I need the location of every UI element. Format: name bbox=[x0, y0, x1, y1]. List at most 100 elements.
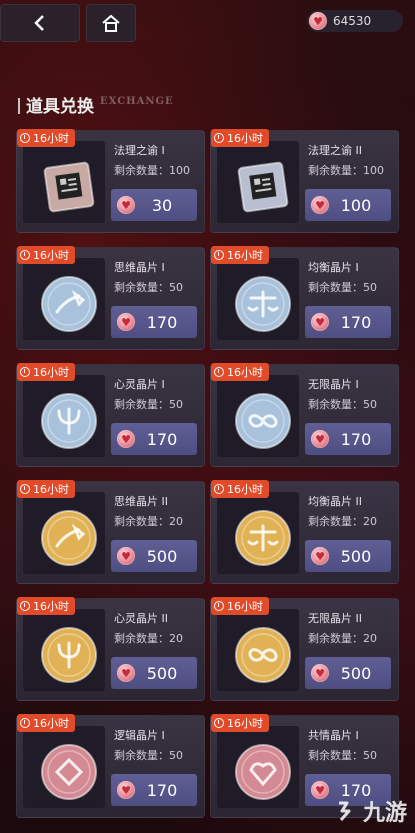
item-name: 无限晶片 II bbox=[308, 612, 362, 625]
exchange-item-card[interactable]: 16小时 逻辑晶片 I 剩余数量：50 ♥ 170 bbox=[16, 714, 205, 818]
price-button[interactable]: ♥ 500 bbox=[305, 540, 391, 572]
item-name: 均衡晶片 I bbox=[308, 261, 359, 274]
scales-coin-icon bbox=[235, 510, 291, 566]
item-remaining: 剩余数量：50 bbox=[308, 281, 377, 294]
scales-coin-icon bbox=[235, 276, 291, 332]
timer-badge: 16小时 bbox=[211, 480, 269, 498]
price-value: 170 bbox=[340, 312, 372, 332]
item-remaining: 剩余数量：100 bbox=[308, 164, 384, 177]
item-remaining: 剩余数量：20 bbox=[308, 515, 377, 528]
item-name: 法理之谕 II bbox=[308, 144, 362, 157]
item-thumbnail bbox=[217, 258, 299, 340]
exchange-item-card[interactable]: 16小时 心灵晶片 I 剩余数量：50 ♥ 170 bbox=[16, 363, 205, 467]
price-button[interactable]: ♥ 30 bbox=[111, 189, 197, 221]
price-button[interactable]: ♥ 500 bbox=[305, 657, 391, 689]
price-value: 170 bbox=[146, 312, 178, 332]
price-button[interactable]: ♥ 500 bbox=[111, 540, 197, 572]
item-name: 心灵晶片 I bbox=[114, 378, 165, 391]
item-thumbnail bbox=[217, 609, 299, 691]
clock-icon bbox=[214, 367, 224, 377]
watermark: 九游 bbox=[333, 795, 407, 827]
item-remaining: 剩余数量：20 bbox=[114, 515, 183, 528]
item-thumbnail bbox=[23, 258, 105, 340]
price-button[interactable]: ♥ 170 bbox=[111, 306, 197, 338]
timer-badge: 16小时 bbox=[17, 363, 75, 381]
heart-coin-icon: ♥ bbox=[117, 313, 135, 331]
rule-tablet-icon bbox=[43, 161, 95, 213]
price-value: 500 bbox=[340, 546, 372, 566]
price-button[interactable]: ♥ 170 bbox=[305, 423, 391, 455]
price-button[interactable]: ♥ 170 bbox=[305, 306, 391, 338]
item-remaining: 剩余数量：20 bbox=[114, 632, 183, 645]
home-icon bbox=[102, 14, 120, 32]
timer-badge: 16小时 bbox=[17, 714, 75, 732]
heart-coin-icon: ♥ bbox=[117, 430, 135, 448]
price-value: 30 bbox=[151, 195, 173, 215]
timer-badge: 16小时 bbox=[17, 480, 75, 498]
clock-icon bbox=[214, 718, 224, 728]
diamond-coin-icon bbox=[41, 744, 97, 800]
item-remaining: 剩余数量：50 bbox=[114, 398, 183, 411]
price-button[interactable]: ♥ 170 bbox=[111, 423, 197, 455]
exchange-item-card[interactable]: 16小时 法理之谕 I 剩余数量：100 ♥ 30 bbox=[16, 129, 205, 233]
clock-icon bbox=[214, 484, 224, 494]
heart-coin-icon: ♥ bbox=[311, 547, 329, 565]
exchange-item-card[interactable]: 16小时 均衡晶片 I 剩余数量：50 ♥ 170 bbox=[210, 246, 399, 350]
item-name: 均衡晶片 II bbox=[308, 495, 362, 508]
item-remaining: 剩余数量：100 bbox=[114, 164, 190, 177]
item-remaining: 剩余数量：20 bbox=[308, 632, 377, 645]
price-value: 170 bbox=[340, 429, 372, 449]
currency-amount: 64530 bbox=[333, 14, 372, 28]
price-value: 170 bbox=[146, 780, 178, 800]
infinity-coin-icon bbox=[235, 627, 291, 683]
section-subtitle: EXCHANGE bbox=[100, 96, 174, 107]
exchange-item-card[interactable]: 16小时 无限晶片 II 剩余数量：20 ♥ 500 bbox=[210, 597, 399, 701]
psi-coin-icon bbox=[41, 627, 97, 683]
price-value: 500 bbox=[340, 663, 372, 683]
item-thumbnail bbox=[23, 609, 105, 691]
heart-coin-icon: ♥ bbox=[311, 313, 329, 331]
infinity-coin-icon bbox=[235, 393, 291, 449]
price-value: 500 bbox=[146, 546, 178, 566]
exchange-item-card[interactable]: 16小时 法理之谕 II 剩余数量：100 ♥ 100 bbox=[210, 129, 399, 233]
timer-badge: 16小时 bbox=[211, 129, 269, 147]
heart-coin-icon: ♥ bbox=[311, 430, 329, 448]
exchange-item-card[interactable]: 16小时 心灵晶片 II 剩余数量：20 ♥ 500 bbox=[16, 597, 205, 701]
currency-display: ♥ 64530 bbox=[307, 10, 403, 32]
heart-coin-icon: ♥ bbox=[309, 12, 327, 30]
back-button[interactable] bbox=[0, 4, 80, 42]
price-value: 500 bbox=[146, 663, 178, 683]
heart-shard-coin-icon bbox=[235, 744, 291, 800]
price-value: 170 bbox=[146, 429, 178, 449]
item-remaining: 剩余数量：50 bbox=[114, 281, 183, 294]
price-button[interactable]: ♥ 500 bbox=[111, 657, 197, 689]
item-remaining: 剩余数量：50 bbox=[308, 398, 377, 411]
item-name: 思维晶片 I bbox=[114, 261, 165, 274]
clock-icon bbox=[20, 718, 30, 728]
timer-badge: 16小时 bbox=[211, 714, 269, 732]
psi-coin-icon bbox=[41, 393, 97, 449]
item-remaining: 剩余数量：50 bbox=[308, 749, 377, 762]
item-name: 心灵晶片 II bbox=[114, 612, 168, 625]
exchange-item-card[interactable]: 16小时 无限晶片 I 剩余数量：50 ♥ 170 bbox=[210, 363, 399, 467]
item-thumbnail bbox=[23, 492, 105, 574]
chevron-left-icon bbox=[34, 15, 44, 31]
heart-coin-icon: ♥ bbox=[117, 664, 135, 682]
pipe-coin-icon bbox=[41, 510, 97, 566]
timer-badge: 16小时 bbox=[211, 597, 269, 615]
timer-badge: 16小时 bbox=[17, 597, 75, 615]
price-button[interactable]: ♥ 170 bbox=[111, 774, 197, 806]
exchange-item-card[interactable]: 16小时 均衡晶片 II 剩余数量：20 ♥ 500 bbox=[210, 480, 399, 584]
exchange-item-card[interactable]: 16小时 思维晶片 II 剩余数量：20 ♥ 500 bbox=[16, 480, 205, 584]
clock-icon bbox=[20, 250, 30, 260]
top-bar: ♥ 64530 bbox=[0, 0, 415, 44]
item-remaining: 剩余数量：50 bbox=[114, 749, 183, 762]
item-name: 共情晶片 I bbox=[308, 729, 359, 742]
pipe-coin-icon bbox=[41, 276, 97, 332]
exchange-item-card[interactable]: 16小时 思维晶片 I 剩余数量：50 ♥ 170 bbox=[16, 246, 205, 350]
home-button[interactable] bbox=[86, 4, 136, 42]
item-thumbnail bbox=[217, 492, 299, 574]
clock-icon bbox=[20, 601, 30, 611]
price-button[interactable]: ♥ 100 bbox=[305, 189, 391, 221]
heart-coin-icon: ♥ bbox=[311, 781, 329, 799]
